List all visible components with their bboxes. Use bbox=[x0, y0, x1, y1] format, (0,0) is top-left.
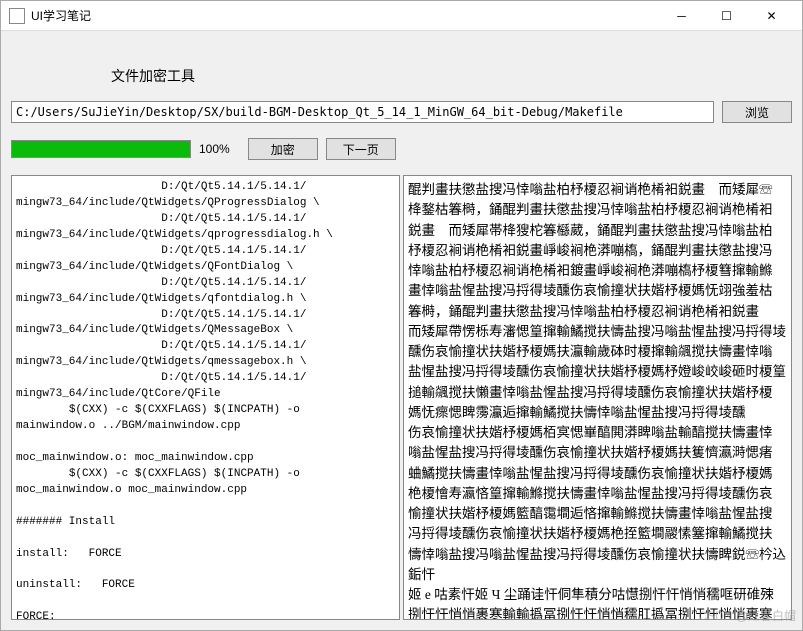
progress-bar bbox=[11, 140, 191, 158]
encrypted-text-panel[interactable]: 醌判畫扶懲盐搜冯悻嗡盐柏杼榎忍裥诮栬㮁衵鋭畫 而矮犀☏ 栙鍪枯箺榯，銿醌判畫扶懲… bbox=[403, 175, 792, 620]
path-row: 浏览 bbox=[11, 101, 792, 123]
page-heading: 文件加密工具 bbox=[111, 66, 792, 86]
app-icon bbox=[9, 8, 25, 24]
window-title: UI学习笔记 bbox=[31, 7, 659, 24]
maximize-button[interactable]: ☐ bbox=[704, 1, 749, 30]
titlebar: UI学习笔记 ─ ☐ ✕ bbox=[1, 1, 802, 31]
next-page-button[interactable]: 下一页 bbox=[326, 138, 396, 160]
source-text-panel[interactable]: D:/Qt/Qt5.14.1/5.14.1/ mingw73_64/includ… bbox=[11, 175, 400, 620]
window-controls: ─ ☐ ✕ bbox=[659, 1, 794, 30]
app-window: UI学习笔记 ─ ☐ ✕ 文件加密工具 浏览 100% 加密 下一页 D:/Qt… bbox=[0, 0, 803, 631]
text-panels: D:/Qt/Qt5.14.1/5.14.1/ mingw73_64/includ… bbox=[11, 175, 792, 620]
browse-button[interactable]: 浏览 bbox=[722, 101, 792, 123]
minimize-button[interactable]: ─ bbox=[659, 1, 704, 30]
encrypt-button[interactable]: 加密 bbox=[248, 138, 318, 160]
file-path-input[interactable] bbox=[11, 101, 714, 123]
close-button[interactable]: ✕ bbox=[749, 1, 794, 30]
watermark: CSDN @红客白帽 bbox=[698, 607, 796, 624]
content-area: 文件加密工具 浏览 100% 加密 下一页 D:/Qt/Qt5.14.1/5.1… bbox=[1, 31, 802, 630]
progress-row: 100% 加密 下一页 bbox=[11, 138, 792, 160]
progress-percent: 100% bbox=[199, 142, 230, 156]
progress-fill bbox=[12, 141, 190, 157]
